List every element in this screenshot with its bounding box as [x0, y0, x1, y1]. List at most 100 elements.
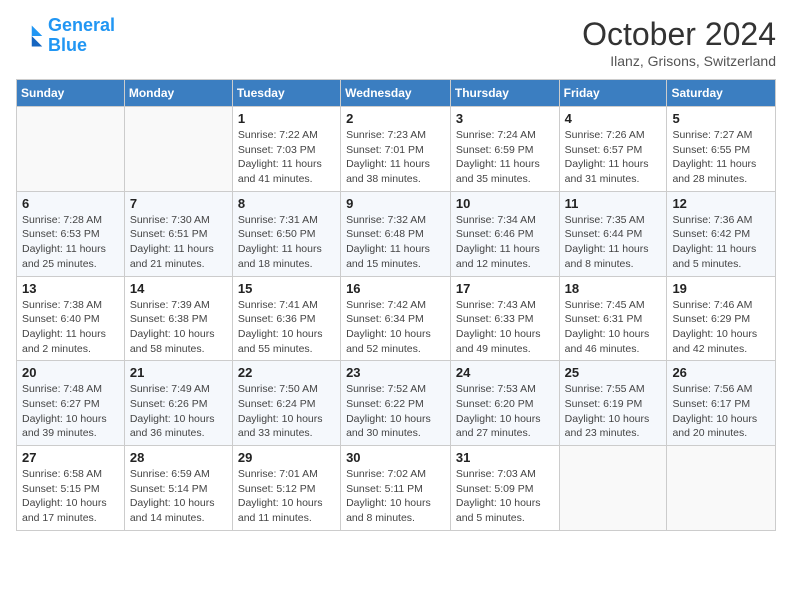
day-number: 29 — [238, 450, 335, 465]
day-info: Sunrise: 6:59 AM Sunset: 5:14 PM Dayligh… — [130, 467, 227, 526]
calendar-cell: 7 Sunrise: 7:30 AM Sunset: 6:51 PM Daylig… — [124, 191, 232, 276]
calendar-cell: 18 Sunrise: 7:45 AM Sunset: 6:31 PM Dayli… — [559, 276, 667, 361]
location-subtitle: Ilanz, Grisons, Switzerland — [582, 53, 776, 69]
day-info: Sunrise: 7:02 AM Sunset: 5:11 PM Dayligh… — [346, 467, 445, 526]
day-number: 18 — [565, 281, 662, 296]
day-info: Sunrise: 6:58 AM Sunset: 5:15 PM Dayligh… — [22, 467, 119, 526]
day-info: Sunrise: 7:22 AM Sunset: 7:03 PM Dayligh… — [238, 128, 335, 187]
calendar-cell: 17 Sunrise: 7:43 AM Sunset: 6:33 PM Dayli… — [450, 276, 559, 361]
page-header: General Blue October 2024 Ilanz, Grisons… — [16, 16, 776, 69]
calendar-cell: 8 Sunrise: 7:31 AM Sunset: 6:50 PM Daylig… — [232, 191, 340, 276]
day-info: Sunrise: 7:31 AM Sunset: 6:50 PM Dayligh… — [238, 213, 335, 272]
calendar-cell: 4Sunrise: 7:26 AM Sunset: 6:57 PM Daylig… — [559, 107, 667, 192]
calendar-cell: 31 Sunrise: 7:03 AM Sunset: 5:09 PM Dayli… — [450, 446, 559, 531]
day-number: 31 — [456, 450, 554, 465]
day-info: Sunrise: 7:52 AM Sunset: 6:22 PM Dayligh… — [346, 382, 445, 441]
header-wednesday: Wednesday — [341, 80, 451, 107]
header-sunday: Sunday — [17, 80, 125, 107]
calendar-cell: 11 Sunrise: 7:35 AM Sunset: 6:44 PM Dayli… — [559, 191, 667, 276]
day-number: 5 — [672, 111, 770, 126]
day-number: 24 — [456, 365, 554, 380]
day-info: Sunrise: 7:34 AM Sunset: 6:46 PM Dayligh… — [456, 213, 554, 272]
day-info: Sunrise: 7:43 AM Sunset: 6:33 PM Dayligh… — [456, 298, 554, 357]
calendar-cell — [667, 446, 776, 531]
day-info: Sunrise: 7:38 AM Sunset: 6:40 PM Dayligh… — [22, 298, 119, 357]
day-number: 21 — [130, 365, 227, 380]
day-number: 8 — [238, 196, 335, 211]
day-number: 30 — [346, 450, 445, 465]
calendar-header: Sunday Monday Tuesday Wednesday Thursday… — [17, 80, 776, 107]
day-number: 4 — [565, 111, 662, 126]
day-info: Sunrise: 7:49 AM Sunset: 6:26 PM Dayligh… — [130, 382, 227, 441]
calendar-cell: 22 Sunrise: 7:50 AM Sunset: 6:24 PM Dayli… — [232, 361, 340, 446]
day-info: Sunrise: 7:03 AM Sunset: 5:09 PM Dayligh… — [456, 467, 554, 526]
calendar-cell: 3Sunrise: 7:24 AM Sunset: 6:59 PM Daylig… — [450, 107, 559, 192]
day-number: 1 — [238, 111, 335, 126]
header-thursday: Thursday — [450, 80, 559, 107]
day-info: Sunrise: 7:36 AM Sunset: 6:42 PM Dayligh… — [672, 213, 770, 272]
calendar-cell: 2Sunrise: 7:23 AM Sunset: 7:01 PM Daylig… — [341, 107, 451, 192]
day-number: 9 — [346, 196, 445, 211]
calendar-cell: 26Sunrise: 7:56 AM Sunset: 6:17 PM Dayli… — [667, 361, 776, 446]
day-info: Sunrise: 7:41 AM Sunset: 6:36 PM Dayligh… — [238, 298, 335, 357]
day-number: 15 — [238, 281, 335, 296]
calendar-cell: 23 Sunrise: 7:52 AM Sunset: 6:22 PM Dayli… — [341, 361, 451, 446]
day-number: 11 — [565, 196, 662, 211]
calendar-cell: 1 Sunrise: 7:22 AM Sunset: 7:03 PM Daylig… — [232, 107, 340, 192]
calendar-cell: 6 Sunrise: 7:28 AM Sunset: 6:53 PM Daylig… — [17, 191, 125, 276]
calendar-cell: 19 Sunrise: 7:46 AM Sunset: 6:29 PM Dayli… — [667, 276, 776, 361]
calendar-body: 1 Sunrise: 7:22 AM Sunset: 7:03 PM Daylig… — [17, 107, 776, 531]
day-info: Sunrise: 7:01 AM Sunset: 5:12 PM Dayligh… — [238, 467, 335, 526]
calendar-cell — [559, 446, 667, 531]
day-number: 7 — [130, 196, 227, 211]
day-info: Sunrise: 7:28 AM Sunset: 6:53 PM Dayligh… — [22, 213, 119, 272]
calendar-cell: 28Sunrise: 6:59 AM Sunset: 5:14 PM Dayli… — [124, 446, 232, 531]
day-number: 3 — [456, 111, 554, 126]
day-number: 17 — [456, 281, 554, 296]
header-friday: Friday — [559, 80, 667, 107]
header-monday: Monday — [124, 80, 232, 107]
day-number: 25 — [565, 365, 662, 380]
day-number: 23 — [346, 365, 445, 380]
logo: General Blue — [16, 16, 115, 56]
calendar-cell: 5 Sunrise: 7:27 AM Sunset: 6:55 PM Daylig… — [667, 107, 776, 192]
day-number: 19 — [672, 281, 770, 296]
calendar-cell: 30 Sunrise: 7:02 AM Sunset: 5:11 PM Dayli… — [341, 446, 451, 531]
calendar-cell: 29 Sunrise: 7:01 AM Sunset: 5:12 PM Dayli… — [232, 446, 340, 531]
header-saturday: Saturday — [667, 80, 776, 107]
calendar-cell: 21 Sunrise: 7:49 AM Sunset: 6:26 PM Dayli… — [124, 361, 232, 446]
day-info: Sunrise: 7:56 AM Sunset: 6:17 PM Dayligh… — [672, 382, 770, 441]
title-block: October 2024 Ilanz, Grisons, Switzerland — [582, 16, 776, 69]
calendar-cell: 27 Sunrise: 6:58 AM Sunset: 5:15 PM Dayli… — [17, 446, 125, 531]
day-number: 13 — [22, 281, 119, 296]
calendar-cell: 15 Sunrise: 7:41 AM Sunset: 6:36 PM Dayli… — [232, 276, 340, 361]
calendar-cell: 25Sunrise: 7:55 AM Sunset: 6:19 PM Dayli… — [559, 361, 667, 446]
calendar-cell: 16 Sunrise: 7:42 AM Sunset: 6:34 PM Dayli… — [341, 276, 451, 361]
day-number: 6 — [22, 196, 119, 211]
day-info: Sunrise: 7:45 AM Sunset: 6:31 PM Dayligh… — [565, 298, 662, 357]
day-number: 27 — [22, 450, 119, 465]
day-info: Sunrise: 7:30 AM Sunset: 6:51 PM Dayligh… — [130, 213, 227, 272]
logo-icon — [16, 22, 44, 50]
day-number: 12 — [672, 196, 770, 211]
header-tuesday: Tuesday — [232, 80, 340, 107]
calendar-table: Sunday Monday Tuesday Wednesday Thursday… — [16, 79, 776, 531]
day-info: Sunrise: 7:32 AM Sunset: 6:48 PM Dayligh… — [346, 213, 445, 272]
calendar-cell: 24 Sunrise: 7:53 AM Sunset: 6:20 PM Dayli… — [450, 361, 559, 446]
calendar-cell: 14Sunrise: 7:39 AM Sunset: 6:38 PM Dayli… — [124, 276, 232, 361]
day-info: Sunrise: 7:53 AM Sunset: 6:20 PM Dayligh… — [456, 382, 554, 441]
day-info: Sunrise: 7:48 AM Sunset: 6:27 PM Dayligh… — [22, 382, 119, 441]
calendar-cell — [124, 107, 232, 192]
day-info: Sunrise: 7:42 AM Sunset: 6:34 PM Dayligh… — [346, 298, 445, 357]
day-number: 16 — [346, 281, 445, 296]
calendar-cell: 10Sunrise: 7:34 AM Sunset: 6:46 PM Dayli… — [450, 191, 559, 276]
day-info: Sunrise: 7:50 AM Sunset: 6:24 PM Dayligh… — [238, 382, 335, 441]
logo-text: General Blue — [48, 16, 115, 56]
day-info: Sunrise: 7:35 AM Sunset: 6:44 PM Dayligh… — [565, 213, 662, 272]
day-info: Sunrise: 7:46 AM Sunset: 6:29 PM Dayligh… — [672, 298, 770, 357]
day-info: Sunrise: 7:27 AM Sunset: 6:55 PM Dayligh… — [672, 128, 770, 187]
day-number: 22 — [238, 365, 335, 380]
calendar-cell: 20Sunrise: 7:48 AM Sunset: 6:27 PM Dayli… — [17, 361, 125, 446]
calendar-cell: 12 Sunrise: 7:36 AM Sunset: 6:42 PM Dayli… — [667, 191, 776, 276]
calendar-cell: 9 Sunrise: 7:32 AM Sunset: 6:48 PM Daylig… — [341, 191, 451, 276]
